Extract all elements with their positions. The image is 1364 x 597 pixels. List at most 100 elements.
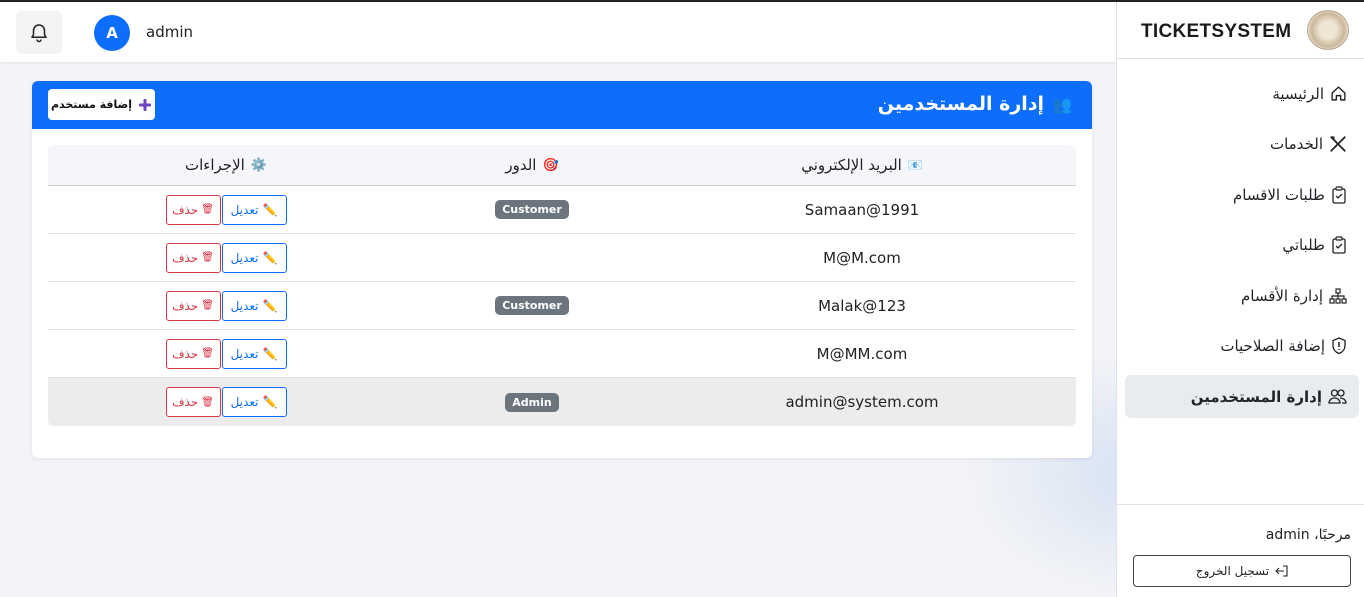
delete-button[interactable]: حذف 🗑 bbox=[165, 194, 221, 225]
role-badge: Customer bbox=[495, 296, 569, 315]
delete-label: حذف bbox=[172, 298, 199, 313]
email-cell: M@MM.com bbox=[816, 344, 908, 363]
delete-label: حذف bbox=[172, 346, 199, 361]
delete-label: حذف bbox=[172, 395, 199, 409]
table-row: M@MM.com حذف 🗑 تعديل ✏️ bbox=[48, 330, 1076, 378]
edit-button[interactable]: تعديل ✏️ bbox=[221, 338, 287, 369]
role-cell bbox=[404, 234, 660, 281]
role-emoji-icon: 🎯 bbox=[542, 157, 559, 173]
gear-emoji-icon: ⚙️ bbox=[250, 157, 267, 173]
table-row: M@M.com حذف 🗑 تعديل ✏️ bbox=[48, 234, 1076, 282]
user-name: admin bbox=[146, 23, 193, 41]
bell-icon bbox=[31, 23, 47, 42]
sidebar-item-home[interactable]: الرئيسية bbox=[1125, 72, 1359, 115]
logout-icon bbox=[1275, 565, 1288, 577]
trash-icon: 🗑 bbox=[201, 396, 214, 408]
users-card: 👥 إدارة المستخدمين إضافة مستخدم 📧 البريد… bbox=[32, 81, 1092, 458]
brand-logo bbox=[1307, 10, 1349, 50]
avatar[interactable]: A bbox=[94, 15, 130, 51]
edit-label: تعديل bbox=[230, 395, 259, 409]
card-title-emoji: 👥 bbox=[1052, 94, 1072, 114]
column-header-email: 📧 البريد الإلكتروني bbox=[734, 145, 990, 185]
actions-cell: حذف 🗑 تعديل ✏️ bbox=[98, 234, 354, 281]
pencil-icon: ✏️ bbox=[262, 298, 278, 313]
sidebar-item-my-requests[interactable]: طلباتي bbox=[1125, 224, 1359, 267]
brand-name: TICKETSYSTEM bbox=[1141, 21, 1292, 42]
role-badge: Customer bbox=[495, 200, 569, 219]
sidebar-item-label: الخدمات bbox=[1269, 135, 1323, 153]
sidebar-item-label: طلبات الاقسام bbox=[1232, 185, 1325, 204]
delete-button[interactable]: حذف 🗑 bbox=[165, 290, 221, 321]
sidebar-item-label: إدارة الأقسام bbox=[1240, 286, 1323, 305]
trash-icon: 🗑 bbox=[201, 252, 214, 263]
trash-icon: 🗑 bbox=[201, 348, 214, 359]
role-cell: Customer bbox=[404, 282, 660, 329]
plus-icon bbox=[139, 98, 152, 111]
sidebar-item-departments[interactable]: إدارة الأقسام bbox=[1125, 274, 1359, 317]
notifications-button[interactable] bbox=[16, 11, 62, 54]
edit-label: تعديل bbox=[230, 298, 259, 313]
column-header-role-label: الدور bbox=[505, 156, 537, 174]
tools-icon bbox=[1330, 136, 1346, 152]
delete-button[interactable]: حذف 🗑 bbox=[165, 387, 221, 417]
actions-cell: حذف 🗑 تعديل ✏️ bbox=[98, 282, 354, 329]
column-header-email-label: البريد الإلكتروني bbox=[801, 156, 902, 174]
pencil-icon: ✏️ bbox=[262, 250, 278, 265]
sidebar-item-label: إدارة المستخدمين bbox=[1190, 387, 1322, 406]
sidebar-item-permissions[interactable]: إضافة الصلاحيات bbox=[1125, 325, 1359, 368]
actions-cell: حذف 🗑 تعديل ✏️ bbox=[98, 378, 354, 426]
role-cell: Customer bbox=[404, 186, 660, 233]
logout-label: تسجيل الخروج bbox=[1195, 564, 1270, 578]
sidebar-item-services[interactable]: الخدمات bbox=[1125, 123, 1359, 166]
brand: TICKETSYSTEM bbox=[1117, 2, 1364, 59]
edit-label: تعديل bbox=[230, 346, 259, 361]
role-cell: Admin bbox=[404, 378, 660, 426]
diagram-icon bbox=[1329, 287, 1347, 304]
sidebar: TICKETSYSTEM الرئيسية الخدمات طلبات الاق… bbox=[1116, 2, 1364, 597]
sidebar-item-label: الرئيسية bbox=[1272, 84, 1324, 103]
shield-icon bbox=[1332, 337, 1346, 355]
email-cell: M@M.com bbox=[823, 248, 901, 267]
clipboard-check-icon bbox=[1332, 236, 1346, 254]
card-title-text: إدارة المستخدمين bbox=[877, 93, 1045, 115]
top-header: A admin bbox=[0, 2, 1116, 62]
edit-button[interactable]: تعديل ✏️ bbox=[221, 194, 287, 225]
delete-button[interactable]: حذف 🗑 bbox=[165, 242, 221, 273]
edit-button[interactable]: تعديل ✏️ bbox=[221, 387, 287, 417]
logout-button[interactable]: تسجيل الخروج bbox=[1133, 555, 1351, 587]
column-header-role: 🎯 الدور bbox=[404, 145, 660, 185]
edit-label: تعديل bbox=[230, 250, 259, 265]
trash-icon: 🗑 bbox=[201, 300, 214, 311]
pencil-icon: ✏️ bbox=[262, 202, 278, 217]
delete-button[interactable]: حذف 🗑 bbox=[165, 338, 221, 369]
sidebar-nav: الرئيسية الخدمات طلبات الاقسام طلباتي إد… bbox=[1125, 72, 1359, 426]
sidebar-item-users[interactable]: إدارة المستخدمين bbox=[1125, 375, 1359, 418]
page-title: 👥 إدارة المستخدمين bbox=[878, 93, 1072, 115]
email-cell: Samaan@1991 bbox=[804, 200, 920, 219]
card-header: 👥 إدارة المستخدمين إضافة مستخدم bbox=[32, 81, 1092, 129]
actions-cell: حذف 🗑 تعديل ✏️ bbox=[98, 186, 354, 233]
actions-cell: حذف 🗑 تعديل ✏️ bbox=[98, 330, 354, 377]
edit-button[interactable]: تعديل ✏️ bbox=[221, 290, 287, 321]
sidebar-item-department-requests[interactable]: طلبات الاقسام bbox=[1125, 173, 1359, 216]
sidebar-footer: مرحبًا، admin تسجيل الخروج bbox=[1117, 504, 1364, 597]
column-header-actions: ⚙️ الإجراءات bbox=[98, 145, 354, 185]
edit-label: تعديل bbox=[230, 202, 259, 217]
sidebar-item-label: إضافة الصلاحيات bbox=[1220, 337, 1325, 355]
add-user-label: إضافة مستخدم bbox=[50, 98, 133, 111]
people-icon bbox=[1328, 389, 1347, 404]
add-user-button[interactable]: إضافة مستخدم bbox=[48, 89, 155, 120]
users-table: 📧 البريد الإلكتروني 🎯 الدور ⚙️ الإجراءات… bbox=[48, 145, 1076, 426]
role-badge: Admin bbox=[505, 392, 559, 412]
table-header-row: 📧 البريد الإلكتروني 🎯 الدور ⚙️ الإجراءات bbox=[48, 145, 1076, 186]
home-icon bbox=[1331, 86, 1346, 101]
sidebar-item-label: طلباتي bbox=[1282, 236, 1325, 254]
email-cell: Malak@123 bbox=[818, 296, 906, 315]
table-row: Samaan@1991 Customer حذف 🗑 تعديل ✏️ bbox=[48, 186, 1076, 234]
delete-label: حذف bbox=[172, 250, 199, 265]
welcome-text: مرحبًا، admin bbox=[1265, 527, 1351, 543]
trash-icon: 🗑 bbox=[201, 204, 214, 215]
table-row: admin@system.com Admin حذف 🗑 تعديل ✏️ bbox=[48, 378, 1076, 426]
edit-button[interactable]: تعديل ✏️ bbox=[221, 242, 287, 273]
pencil-icon: ✏️ bbox=[262, 395, 278, 409]
